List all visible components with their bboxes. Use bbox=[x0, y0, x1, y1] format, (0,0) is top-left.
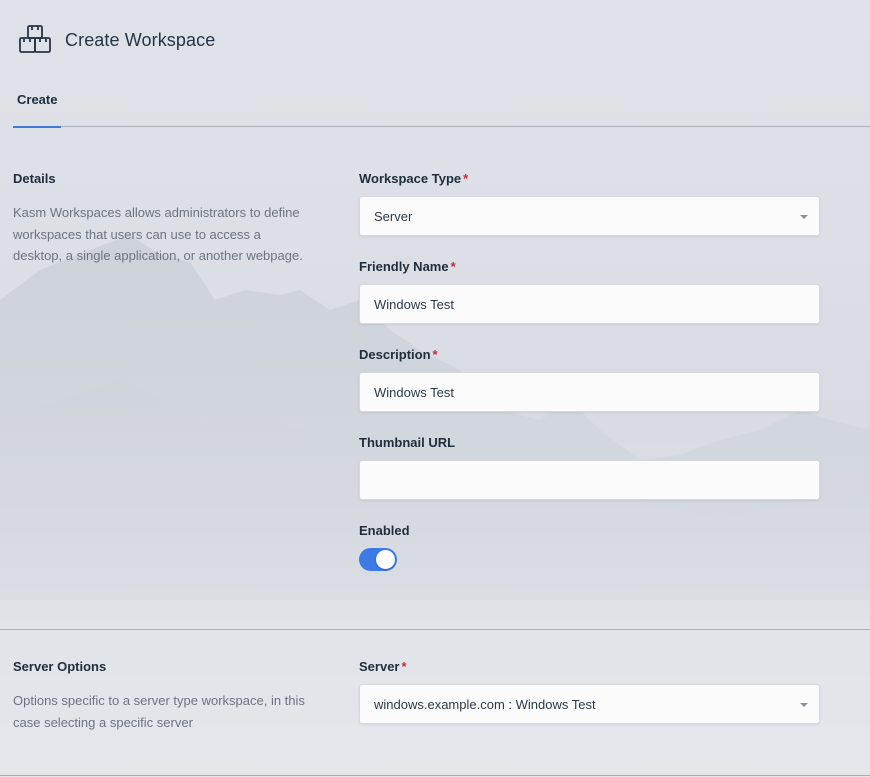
chevron-down-icon bbox=[800, 703, 808, 707]
server-options-section-description: Options specific to a server type worksp… bbox=[13, 693, 305, 730]
required-marker: * bbox=[450, 259, 456, 274]
chevron-down-icon bbox=[800, 215, 808, 219]
friendly-name-label: Friendly Name * bbox=[359, 259, 456, 274]
thumbnail-url-input[interactable] bbox=[359, 460, 820, 500]
enabled-label: Enabled bbox=[359, 523, 410, 538]
section-divider-bottom bbox=[0, 775, 870, 776]
enabled-toggle[interactable] bbox=[359, 548, 397, 571]
friendly-name-input[interactable] bbox=[359, 284, 820, 324]
server-select[interactable]: windows.example.com : Windows Test bbox=[359, 684, 820, 724]
server-options-section-title: Server Options bbox=[13, 659, 107, 674]
tab-create[interactable]: Create bbox=[13, 86, 62, 128]
thumbnail-url-label: Thumbnail URL bbox=[359, 435, 456, 450]
page-header: Create Workspace bbox=[18, 24, 215, 56]
required-marker: * bbox=[463, 171, 469, 186]
section-divider bbox=[0, 629, 870, 630]
workspace-type-label: Workspace Type * bbox=[359, 171, 469, 186]
workspace-type-value: Server bbox=[374, 208, 413, 224]
description-input[interactable] bbox=[359, 372, 820, 412]
server-value: windows.example.com : Windows Test bbox=[374, 696, 596, 712]
description-label: Description * bbox=[359, 347, 438, 362]
details-section-description: Kasm Workspaces allows administrators to… bbox=[13, 205, 303, 263]
required-marker: * bbox=[401, 659, 407, 674]
workspace-boxes-icon bbox=[19, 25, 51, 53]
required-marker: * bbox=[432, 347, 438, 362]
page-title: Create Workspace bbox=[65, 29, 216, 50]
server-label: Server * bbox=[359, 659, 407, 674]
toggle-knob bbox=[376, 550, 395, 569]
tab-bar: Create bbox=[13, 86, 870, 128]
workspace-type-select[interactable]: Server bbox=[359, 196, 820, 236]
details-section-title: Details bbox=[13, 171, 56, 186]
